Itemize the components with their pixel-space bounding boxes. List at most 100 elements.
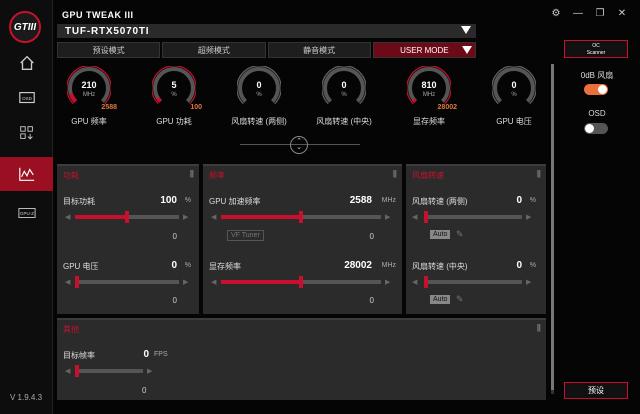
gauge-unit: MHz <box>422 92 436 98</box>
decrease-icon[interactable]: ◀ <box>65 367 70 375</box>
target-power-slider[interactable] <box>75 211 179 223</box>
boost-clock-slider[interactable] <box>221 211 381 223</box>
gauge-ring: 0 % <box>322 66 366 110</box>
panel-settings-icon[interactable]: ||| <box>537 169 541 178</box>
gauge-unit: % <box>341 92 347 98</box>
dropdown-arrow-icon <box>462 46 472 54</box>
apps-icon <box>19 126 33 140</box>
gauge-label: 风扇转速 (两侧) <box>231 117 287 126</box>
home-nav-button[interactable] <box>0 46 53 80</box>
fan-center-auto-button[interactable]: Auto <box>430 295 451 304</box>
fps-target-slider[interactable] <box>75 365 143 377</box>
target-power-label: 目标功耗 <box>63 197 95 206</box>
osd-nav-button[interactable]: OSD <box>0 81 53 115</box>
decrease-icon[interactable]: ◀ <box>412 278 417 286</box>
gauge-ring: 810 MHz 28002 <box>407 66 457 111</box>
apps-nav-button[interactable] <box>0 116 53 150</box>
edit-icon[interactable]: ✎ <box>456 294 464 305</box>
gauge-gpu-power: 5 % 100 GPU 功耗 <box>144 62 204 127</box>
panel-title: 风扇转速 <box>412 171 444 180</box>
decrease-icon[interactable]: ◀ <box>211 213 216 221</box>
settings-icon[interactable]: ⚙ <box>550 8 562 19</box>
increase-icon[interactable]: ▶ <box>385 213 390 221</box>
fan-center-slider[interactable] <box>424 276 522 288</box>
app-title: GPU TWEAK III <box>62 10 134 20</box>
increase-icon[interactable]: ▶ <box>526 213 531 221</box>
tab-silent-mode[interactable]: 静音模式 <box>267 42 371 58</box>
increase-icon[interactable]: ▶ <box>526 278 531 286</box>
fan-sides-slider[interactable] <box>424 211 522 223</box>
panel-settings-icon[interactable]: ||| <box>190 169 194 178</box>
dropdown-arrow-icon <box>461 26 471 34</box>
device-name: TUF-RTX5070TI <box>65 25 150 37</box>
home-icon <box>19 55 34 70</box>
window-controls: ⚙ — ❐ ✕ <box>550 8 628 19</box>
gpu-tweak-logo: GTIII <box>9 11 41 43</box>
gpu-voltage-slider[interactable] <box>75 276 179 288</box>
gauge-fan-sides: 0 % 风扇转速 (两侧) <box>229 62 289 127</box>
close-icon[interactable]: ✕ <box>616 8 628 19</box>
gauge-value: 0 <box>341 80 347 90</box>
memory-clock-slider[interactable] <box>221 276 381 288</box>
collapse-toggle-button[interactable]: ⌃ ⌄ <box>290 136 308 154</box>
gauge-gpu-clock: 210 MHz 2588 GPU 频率 <box>59 62 119 127</box>
zero-db-fan-toggle[interactable] <box>584 84 608 95</box>
gauge-gpu-voltage: 0 % GPU 电压 <box>484 62 544 127</box>
gauge-fill <box>156 96 163 103</box>
fan-sides-unit: % <box>529 197 536 204</box>
clock-panel: 频率 ||| GPU 加速频率 2588 MHz ◀ ▶ VF Tuner 0 … <box>203 164 402 314</box>
decrease-icon[interactable]: ◀ <box>65 213 70 221</box>
other-panel: 其他 ||| 目标帧率 0 FPS ◀ ▶ 0 <box>57 318 546 400</box>
left-sidebar: GTIII OSD GPU-Z V 1.9.4.3 <box>0 0 53 414</box>
osd-toggle[interactable] <box>584 123 608 134</box>
increase-icon[interactable]: ▶ <box>385 278 390 286</box>
mode-tabs: 预设模式 超频模式 静音模式 USER MODE <box>57 42 476 58</box>
decrease-icon[interactable]: ◀ <box>412 213 417 221</box>
osd-label: OSD <box>588 109 606 118</box>
gauge-ring: 210 MHz 2588 <box>67 66 117 111</box>
boost-clock-offset: 0 <box>369 232 374 241</box>
fan-sides-value: 0 <box>516 195 522 206</box>
restore-icon[interactable]: ❐ <box>594 8 606 19</box>
monitor-nav-button[interactable] <box>0 157 53 191</box>
target-power-unit: % <box>184 197 191 204</box>
boost-clock-unit: MHz <box>381 197 396 204</box>
tab-oc-mode[interactable]: 超频模式 <box>162 42 266 58</box>
fan-sides-auto-button[interactable]: Auto <box>430 230 451 239</box>
preset-button[interactable]: 预设 <box>564 382 628 399</box>
gpuz-nav-button[interactable]: GPU-Z <box>0 196 53 230</box>
panel-settings-icon[interactable]: ||| <box>393 169 397 178</box>
edit-icon[interactable]: ✎ <box>456 229 464 240</box>
zero-db-fan-label: 0dB 风扇 <box>580 71 614 80</box>
fan-center-unit: % <box>529 262 536 269</box>
increase-icon[interactable]: ▶ <box>147 367 152 375</box>
fan-sides-label: 风扇转速 (两侧) <box>412 197 468 206</box>
fps-target-value: 0 <box>143 349 149 360</box>
panel-title: 频率 <box>209 171 225 180</box>
version-label: V 1.9.4.3 <box>10 393 43 402</box>
decrease-icon[interactable]: ◀ <box>65 278 70 286</box>
gauge-value: 0 <box>256 80 262 90</box>
increase-icon[interactable]: ▶ <box>183 213 188 221</box>
minimize-icon[interactable]: — <box>572 8 584 19</box>
oc-scanner-button[interactable]: OC Scanner <box>564 40 628 58</box>
fan-panel: 风扇转速 ||| 风扇转速 (两侧) 0 % ◀ ▶ Auto ✎ 风扇转速 (… <box>406 164 546 314</box>
chevron-down-icon: ⌄ <box>296 144 302 151</box>
panel-settings-icon[interactable]: ||| <box>537 323 541 332</box>
fan-center-value: 0 <box>516 260 522 271</box>
boost-clock-value: 2588 <box>349 195 372 206</box>
increase-icon[interactable]: ▶ <box>183 278 188 286</box>
gauge-ring: 5 % 100 <box>152 66 202 111</box>
gauge-memory-clock: 810 MHz 28002 显存频率 <box>399 62 459 127</box>
panel-title: 其他 <box>63 325 79 334</box>
decrease-icon[interactable]: ◀ <box>211 278 216 286</box>
vf-tuner-button[interactable]: VF Tuner <box>227 230 264 241</box>
vertical-scrollbar[interactable] <box>551 64 554 394</box>
memory-clock-label: 显存频率 <box>209 262 241 271</box>
device-select[interactable]: TUF-RTX5070TI <box>57 24 476 38</box>
gpu-voltage-offset: 0 <box>172 296 177 305</box>
tab-user-mode[interactable]: USER MODE <box>372 42 476 58</box>
memory-clock-value: 28002 <box>344 260 372 271</box>
tab-preset-mode[interactable]: 预设模式 <box>57 42 161 58</box>
gpu-voltage-unit: % <box>184 262 191 269</box>
